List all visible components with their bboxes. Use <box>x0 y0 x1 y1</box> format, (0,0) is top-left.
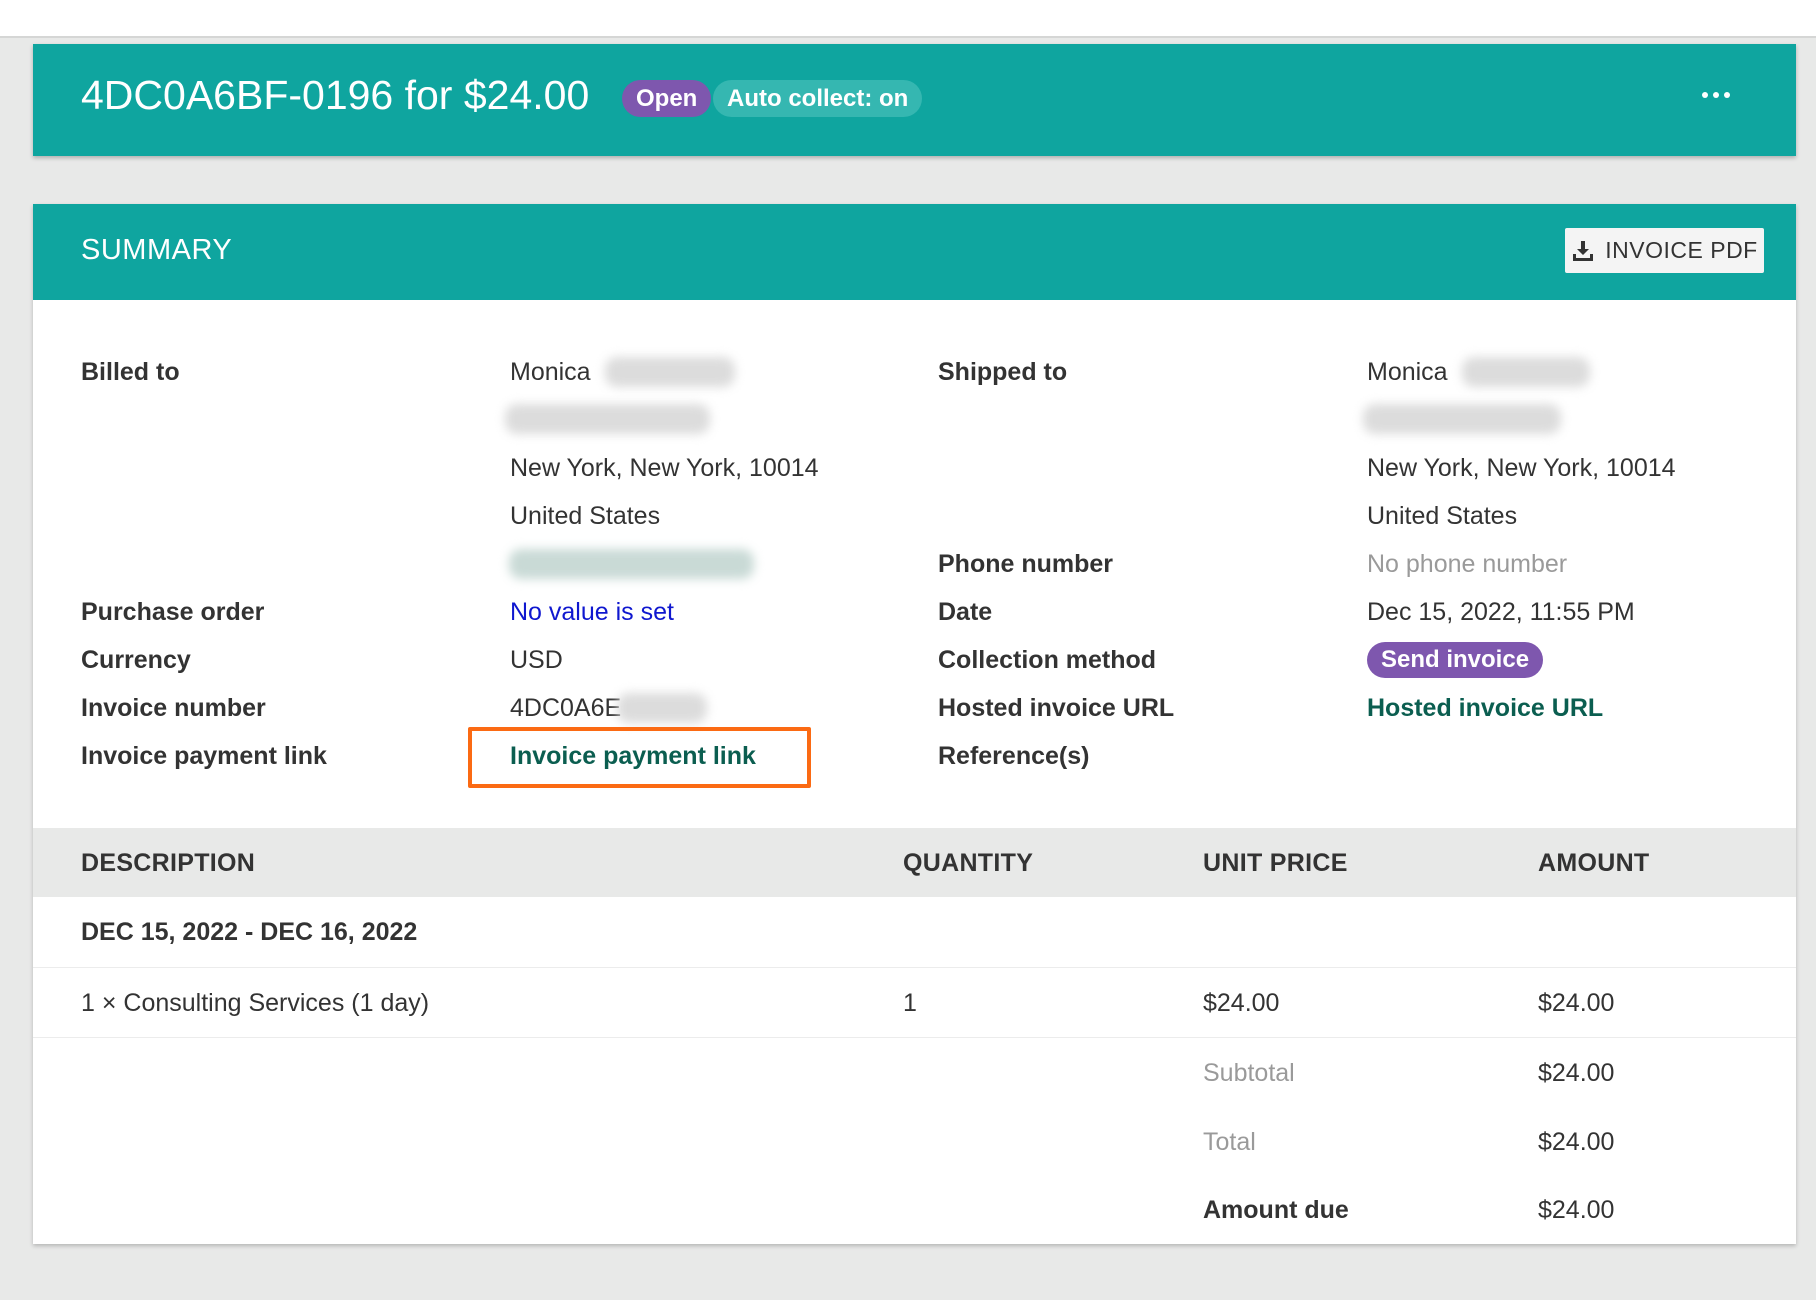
date-label: Date <box>938 598 993 626</box>
table-header: DESCRIPTION QUANTITY UNIT PRICE AMOUNT <box>33 828 1796 897</box>
amount-due-value: $24.00 <box>1538 1196 1615 1224</box>
purchase-order-label: Purchase order <box>81 598 265 626</box>
billing-period: DEC 15, 2022 - DEC 16, 2022 <box>81 918 418 946</box>
line-item-quantity: 1 <box>903 989 917 1017</box>
hosted-invoice-url-link[interactable]: Hosted invoice URL <box>1367 693 1603 723</box>
billed-to-name: Monica <box>510 358 591 386</box>
column-amount: AMOUNT <box>1538 849 1650 877</box>
redacted-surname <box>1462 357 1590 387</box>
redacted-invoice-number <box>617 693 707 723</box>
more-horizontal-icon[interactable] <box>1696 74 1736 114</box>
invoice-pdf-button[interactable]: INVOICE PDF <box>1565 228 1764 273</box>
shipped-to-country: United States <box>1367 502 1518 530</box>
purchase-order-link[interactable]: No value is set <box>510 597 674 627</box>
shipped-to-city: New York, New York, 10014 <box>1367 454 1676 482</box>
line-item-description: 1 × Consulting Services (1 day) <box>81 989 430 1017</box>
currency-label: Currency <box>81 646 191 674</box>
payment-link-label: Invoice payment link <box>81 742 327 770</box>
subtotal-label: Subtotal <box>1203 1059 1295 1087</box>
billed-to-city: New York, New York, 10014 <box>510 454 819 482</box>
references-label: Reference(s) <box>938 742 1090 770</box>
redacted-street <box>505 404 710 434</box>
shipped-to-name: Monica <box>1367 358 1448 386</box>
amount-due-label: Amount due <box>1203 1196 1349 1224</box>
phone-label: Phone number <box>938 550 1114 578</box>
status-badge: Open <box>622 80 712 117</box>
table-row: 1 × Consulting Services (1 day) 1 $24.00… <box>33 968 1796 1038</box>
invoice-summary-card: SUMMARY INVOICE PDF Billed to Monica New… <box>33 204 1796 1244</box>
line-item-amount: $24.00 <box>1538 989 1615 1017</box>
period-row: DEC 15, 2022 - DEC 16, 2022 <box>33 897 1796 968</box>
invoice-number-value: 4DC0A6E <box>510 694 622 722</box>
download-icon <box>1573 240 1594 261</box>
hosted-url-label: Hosted invoice URL <box>938 694 1175 722</box>
invoice-pdf-label: INVOICE PDF <box>1605 237 1758 263</box>
shipped-to-label: Shipped to <box>938 358 1068 386</box>
phone-value: No phone number <box>1367 550 1568 578</box>
invoice-number-label: Invoice number <box>81 694 266 722</box>
highlight-box <box>468 727 811 788</box>
column-unit-price: UNIT PRICE <box>1203 849 1348 877</box>
collection-method-badge: Send invoice <box>1367 642 1544 678</box>
currency-value: USD <box>510 646 563 674</box>
subtotal-value: $24.00 <box>1538 1059 1615 1087</box>
billed-to-country: United States <box>510 502 661 530</box>
invoice-title: 4DC0A6BF-0196 for $24.00 <box>81 72 590 118</box>
column-description: DESCRIPTION <box>81 849 256 877</box>
line-item-unit-price: $24.00 <box>1203 989 1280 1017</box>
redacted-email <box>509 549 754 579</box>
billed-to-label: Billed to <box>81 358 180 386</box>
summary-bar: SUMMARY INVOICE PDF <box>33 204 1796 300</box>
total-label: Total <box>1203 1128 1256 1156</box>
collection-method-label: Collection method <box>938 646 1157 674</box>
invoice-header: 4DC0A6BF-0196 for $24.00 Open Auto colle… <box>33 44 1796 156</box>
redacted-surname <box>605 357 735 387</box>
total-value: $24.00 <box>1538 1128 1615 1156</box>
column-quantity: QUANTITY <box>903 849 1034 877</box>
browser-top-bar <box>0 0 1816 38</box>
date-value: Dec 15, 2022, 11:55 PM <box>1367 598 1635 626</box>
summary-title: SUMMARY <box>81 234 233 266</box>
redacted-street <box>1363 404 1561 434</box>
auto-collect-badge: Auto collect: on <box>713 80 923 117</box>
